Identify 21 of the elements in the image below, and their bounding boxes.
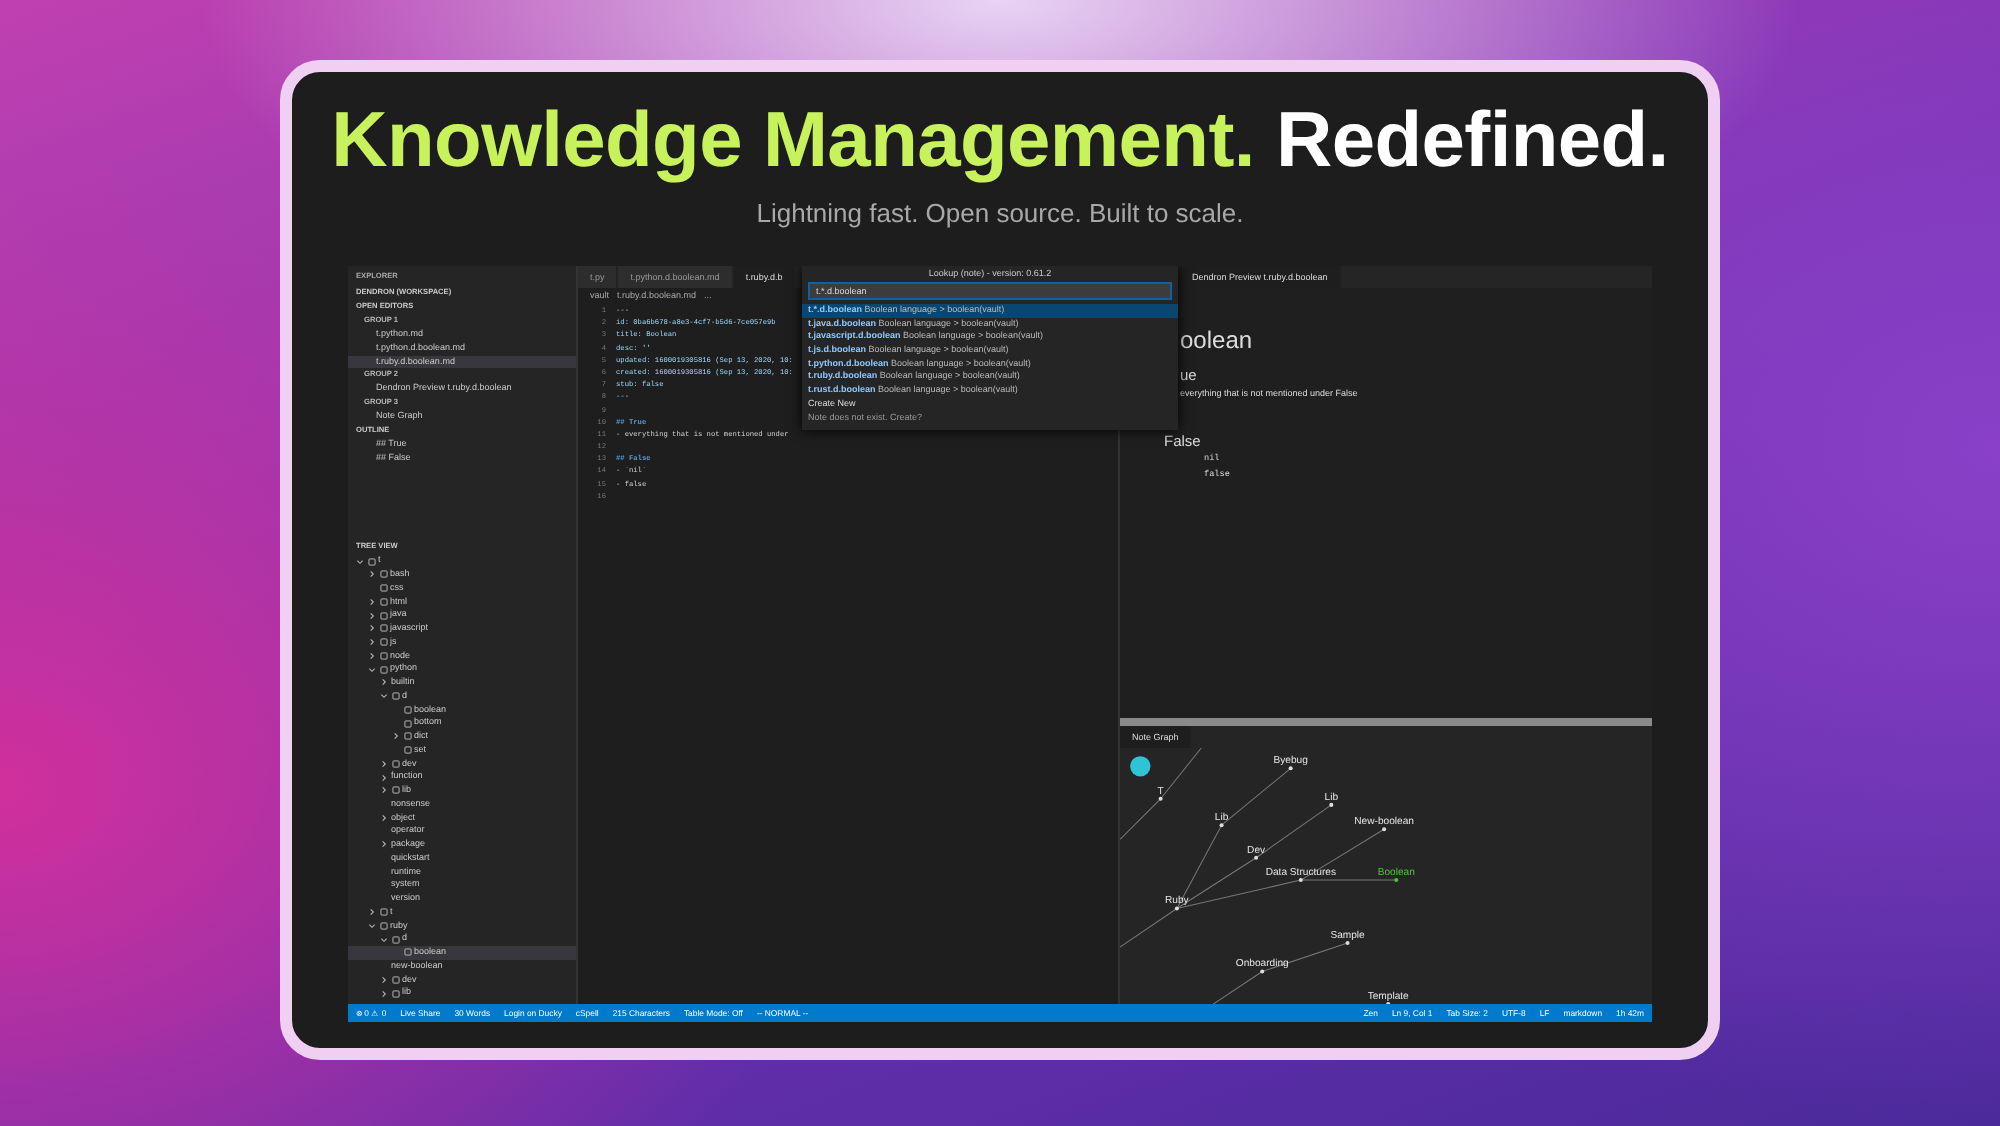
node-dot[interactable] [1158, 796, 1163, 801]
subtitle: Lightning fast. Open source. Built to scale. [756, 198, 1244, 228]
headline: Knowledge Management. Redefined. [331, 98, 1669, 186]
edge-line [1120, 798, 1162, 840]
node-dot[interactable] [1382, 827, 1387, 832]
node-dot[interactable] [1394, 878, 1399, 883]
chevron-icon[interactable] [392, 732, 400, 741]
edge-line [1160, 748, 1202, 800]
node-dot[interactable] [1254, 855, 1259, 860]
chevron-icon[interactable] [380, 840, 388, 849]
node-dot[interactable] [1219, 823, 1224, 828]
chevron-icon[interactable] [380, 813, 388, 822]
note-icon [391, 786, 399, 795]
node-dot[interactable] [1329, 802, 1334, 807]
node-dot[interactable] [1298, 878, 1303, 883]
node-dot[interactable] [1345, 941, 1350, 946]
node-dot[interactable] [1174, 906, 1179, 911]
node-dot[interactable] [1260, 969, 1265, 974]
preview-title: oolean [1180, 324, 1255, 356]
node-dot[interactable] [1288, 766, 1293, 771]
graph-control-icon[interactable] [1130, 756, 1151, 777]
